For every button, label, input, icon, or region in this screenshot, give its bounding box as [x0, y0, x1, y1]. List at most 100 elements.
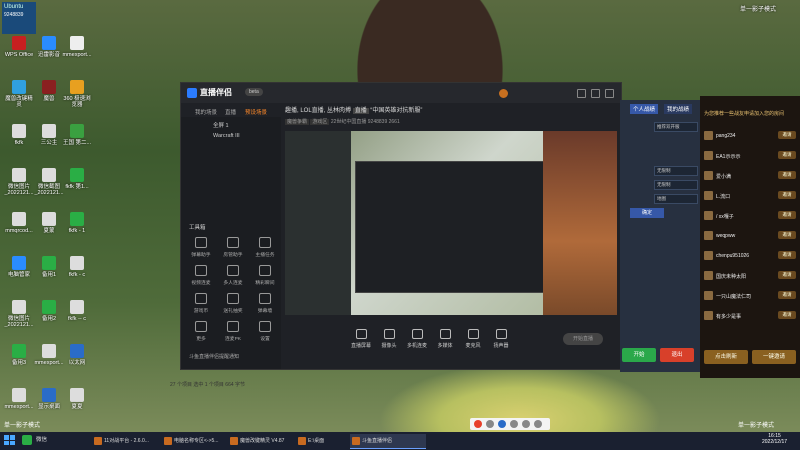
desktop-icon[interactable]: 微信图片_2022121... — [4, 300, 34, 328]
start-game-button[interactable]: 开始 — [622, 348, 656, 362]
confirm-button[interactable]: 确定 — [630, 208, 664, 218]
close-icon[interactable] — [605, 89, 614, 98]
exit-game-button[interactable]: 退出 — [660, 348, 694, 362]
grid-icon[interactable] — [534, 420, 542, 428]
tool-item[interactable]: 房管助手 — [219, 237, 247, 258]
desktop-icon[interactable]: 夏夏 — [62, 388, 92, 410]
source-button[interactable]: 多机连麦 — [403, 329, 431, 349]
scene-item-fullscreen[interactable]: 全屏 1 — [213, 121, 229, 129]
desktop-icon[interactable]: WPS Office — [4, 36, 34, 58]
invite-button[interactable]: 邀请 — [778, 311, 796, 319]
tool-item[interactable]: 设置 — [251, 321, 279, 342]
ime-icon[interactable] — [474, 420, 482, 428]
tool-item[interactable]: 送礼抽奖 — [219, 293, 247, 314]
sub-game[interactable]: 魔兽争霸 — [285, 119, 310, 125]
minimize-icon[interactable] — [577, 89, 586, 98]
desktop-icon[interactable]: fkfk — [4, 124, 34, 146]
invite-button[interactable]: 邀请 — [778, 271, 796, 279]
desktop-icon[interactable]: 显示桌面 — [34, 388, 64, 410]
invite-button[interactable]: 邀请 — [778, 151, 796, 159]
setting-row-1[interactable]: 推荐双开服 — [654, 122, 698, 132]
maximize-icon[interactable] — [591, 89, 600, 98]
desktop-icon[interactable]: 魔兽改键精灵 — [4, 80, 34, 108]
setting-row-4[interactable]: 地图 — [654, 194, 698, 204]
invite-button[interactable]: 邀请 — [778, 191, 796, 199]
tab-personal-record[interactable]: 个人战绩 — [630, 104, 659, 114]
desktop-icon[interactable]: 360 极速浏览器 — [62, 80, 92, 108]
source-button[interactable]: 多媒体 — [431, 329, 459, 349]
desktop-icon[interactable]: 备用1 — [34, 256, 64, 278]
tab-my-scenes[interactable]: 我的场景 — [195, 108, 217, 116]
invite-button[interactable]: 邀请 — [778, 291, 796, 299]
invite-button[interactable]: 邀请 — [778, 251, 796, 259]
tool-item[interactable]: 游戏币 — [187, 293, 215, 314]
desktop-icon[interactable]: fkfk -- c — [62, 300, 92, 322]
user-avatar-icon[interactable] — [499, 89, 508, 98]
task-label: E:\桌面 — [308, 438, 325, 444]
desktop-icon[interactable]: mmexport... — [62, 36, 92, 58]
refresh-button[interactable]: 点击刷新 — [704, 350, 748, 364]
tab-preset[interactable]: 预设场景 — [245, 108, 267, 116]
taskbar-item[interactable]: 电脑名称专区<->5... — [162, 434, 238, 448]
tab-my-record[interactable]: 我的战绩 — [664, 104, 693, 114]
desktop-icon[interactable]: 王国 第二... — [62, 124, 92, 146]
desktop-icon[interactable]: fkfk 第1... — [62, 168, 92, 190]
taskbar-item[interactable]: 斗鱼直播伴侣 — [350, 434, 426, 449]
taskbar-item[interactable]: 魔兽改键精灵 V4.87 — [228, 434, 304, 448]
taskbar-item[interactable]: E:\桌面 — [296, 434, 358, 448]
desktop-icon[interactable]: 电脑管家 — [4, 256, 34, 278]
invite-button[interactable]: 邀请 — [778, 131, 796, 139]
setting-row-3[interactable]: 无限制 — [654, 180, 698, 190]
source-button[interactable]: 摄像头 — [375, 329, 403, 349]
settings-icon[interactable] — [522, 420, 530, 428]
tool-item[interactable]: 弹幕墙 — [251, 293, 279, 314]
desktop-icon[interactable]: fkfk - 1 — [62, 212, 92, 234]
desktop-icon-label: 微信图片_2022121... — [4, 316, 34, 328]
tool-item[interactable]: 连麦PK — [219, 321, 247, 342]
source-button[interactable]: 麦克风 — [459, 329, 487, 349]
taskbar-clock[interactable]: 16:15 2022/12/17 — [762, 433, 787, 445]
desktop-icon[interactable]: mmexport... — [34, 344, 64, 366]
taskbar-item[interactable]: 11对战平台 - 2.6.0... — [92, 434, 168, 448]
desktop-icon[interactable]: mmexport... — [4, 388, 34, 410]
invite-button[interactable]: 邀请 — [778, 231, 796, 239]
keyboard-icon[interactable] — [510, 420, 518, 428]
source-button[interactable]: 扬声器 — [487, 329, 515, 349]
tool-item[interactable]: 弹幕助手 — [187, 237, 215, 258]
desktop-icon[interactable]: 以太网 — [62, 344, 92, 366]
mic-icon[interactable] — [498, 420, 506, 428]
tool-item[interactable]: 更多 — [187, 321, 215, 342]
windows-start-icon[interactable] — [4, 435, 15, 445]
start-stream-button[interactable]: 开始直播 — [563, 333, 603, 345]
desktop-icon[interactable]: fkfk - c — [62, 256, 92, 278]
desktop-icon[interactable]: 魔兽 — [34, 80, 64, 102]
taskbar-chat[interactable]: 微信 — [22, 435, 47, 445]
desktop-icon[interactable]: 夏蒙 — [34, 212, 64, 234]
setting-row-2[interactable]: 无限制 — [654, 166, 698, 176]
stream-preview[interactable] — [285, 131, 617, 315]
desktop-icon[interactable]: mmqrcod... — [4, 212, 34, 234]
tool-item[interactable]: 主播任务 — [251, 237, 279, 258]
source-button[interactable]: 直播屏幕 — [347, 329, 375, 349]
input-tray[interactable] — [470, 418, 550, 430]
tool-item[interactable]: 视频连麦 — [187, 265, 215, 286]
desktop-icon[interactable]: 微信截图_2022121... — [34, 168, 64, 196]
invite-all-button[interactable]: 一键邀请 — [752, 350, 796, 364]
streaming-app-window[interactable]: 直播伴侣 beta 我的场景 直播 预设场景 全屏 1 Warcraft III… — [180, 82, 622, 370]
tool-item[interactable]: 精彩瞬间 — [251, 265, 279, 286]
tool-item[interactable]: 多人连麦 — [219, 265, 247, 286]
invite-row: 有多少是事 邀请 — [704, 310, 796, 322]
invite-button[interactable]: 邀请 — [778, 171, 796, 179]
desktop-icon[interactable]: 微信图片_2022121... — [4, 168, 34, 196]
invite-button[interactable]: 邀请 — [778, 211, 796, 219]
lang-icon[interactable] — [486, 420, 494, 428]
desktop-icon[interactable]: 备用2 — [34, 300, 64, 322]
desktop-icon[interactable]: 三公主 — [34, 124, 64, 146]
desktop-icon[interactable]: 迅雷影音 — [34, 36, 64, 58]
tab-live[interactable]: 直播 — [225, 108, 236, 116]
desktop-icon[interactable]: 备用3 — [4, 344, 34, 366]
sub-zone[interactable]: 游戏区 — [310, 119, 330, 125]
desktop-icon-label: 三公主 — [40, 140, 58, 146]
scene-item-warcraft[interactable]: Warcraft III — [213, 133, 240, 139]
stream-tag[interactable]: 直播 — [352, 108, 369, 114]
